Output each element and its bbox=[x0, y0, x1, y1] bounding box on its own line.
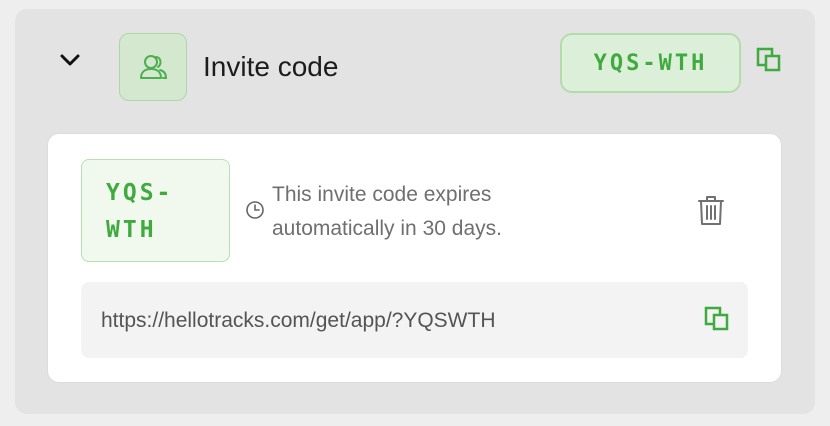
collapse-toggle-button[interactable] bbox=[55, 47, 85, 73]
copy-code-button[interactable] bbox=[756, 47, 782, 73]
invite-code-line-1: YQS- bbox=[106, 180, 174, 206]
section-title: Invite code bbox=[203, 51, 339, 82]
invite-code-display: YQS- WTH bbox=[81, 159, 230, 262]
invite-code-line-2: WTH bbox=[106, 217, 157, 243]
chevron-down-icon bbox=[60, 54, 80, 66]
invite-code-badge: YQS-WTH bbox=[560, 33, 741, 93]
group-avatar bbox=[119, 33, 187, 101]
trash-icon bbox=[698, 196, 724, 225]
copy-icon bbox=[756, 47, 781, 72]
users-icon bbox=[140, 55, 168, 79]
clock-icon bbox=[245, 200, 265, 220]
delete-code-button[interactable] bbox=[696, 194, 726, 226]
expiry-notice: This invite code expires automatically i… bbox=[272, 183, 502, 240]
invite-link-text: https://hellotracks.com/get/app/?YQSWTH bbox=[101, 309, 496, 332]
copy-link-button[interactable] bbox=[704, 306, 730, 332]
copy-icon bbox=[704, 306, 729, 331]
